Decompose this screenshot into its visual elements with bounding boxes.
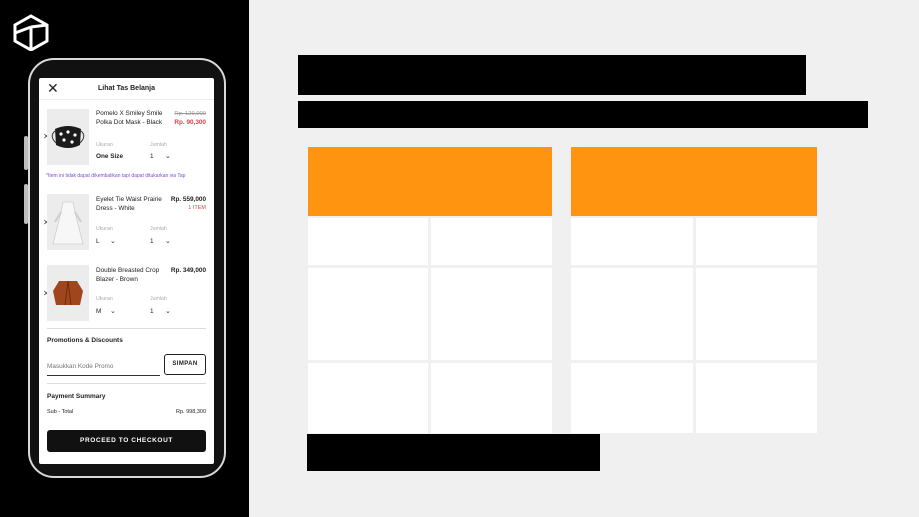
product-image [47,109,89,165]
screen-title: Lihat Tas Belanja [97,85,156,92]
grid-cell [696,363,817,433]
phone-side-button [24,136,28,170]
screen-header: ✕ Lihat Tas Belanja [39,78,214,100]
grid-cell [308,218,428,265]
save-promo-button[interactable]: SIMPAN [164,354,206,375]
grid-cell [308,268,428,360]
hexagon-cube-icon [13,14,49,51]
qty-label: Jumlah [150,296,167,302]
proceed-to-checkout-button[interactable]: PROCEED TO CHECKOUT [47,430,206,452]
blazer-image [53,280,83,306]
original-price: Rp. 129,000 [174,111,206,117]
size-value[interactable]: M [96,308,101,315]
dress-image [52,201,84,245]
chevron-down-icon[interactable]: ⌄ [165,237,171,245]
mask-image [51,126,85,148]
product-image [47,194,89,250]
chevron-down-icon[interactable]: ⌄ [165,152,171,160]
qty-label: Jumlah [150,226,167,232]
grid-cell [696,218,817,265]
phone-screen: ✕ Lihat Tas Belanja ✕ Pomelo X Smiley Sm… [39,78,214,464]
product-price: Rp. 349,000 [170,267,206,274]
redacted-title-bar [298,55,806,95]
size-value[interactable]: L [96,238,100,245]
subtotal-label: Sub - Total [47,409,74,415]
grid-cell [571,363,693,433]
grid-header-left [308,147,552,216]
subtotal-row: Sub - Total Rp. 998,300 [47,409,206,415]
size-label: Ukuran [96,142,113,148]
divider [47,328,206,329]
grid-cell [308,363,428,433]
promo-code-input[interactable] [47,358,160,376]
chevron-down-icon[interactable]: ⌄ [110,307,116,315]
subtotal-value: Rp. 998,300 [176,409,206,415]
stock-badge: 1 ITEM [188,205,206,211]
chevron-down-icon[interactable]: ⌄ [110,237,116,245]
product-name[interactable]: Double Breasted Crop Blazer - Brown [96,266,168,284]
grid-cell [431,268,552,360]
product-name[interactable]: Pomelo X Smiley Smile Polka Dot Mask - B… [96,109,168,127]
sale-price: Rp. 90,300 [174,119,206,126]
size-value[interactable]: One Size [96,153,123,160]
product-name[interactable]: Eyelet Tie Waist Prairie Dress - White [96,195,168,213]
return-note: *Item ini tidak dapat dikembalikan tapi … [46,173,186,179]
grid-cell [696,268,817,360]
product-price: Rp. 559,000 [170,196,206,203]
divider [47,383,206,384]
qty-value[interactable]: 1 [150,308,154,315]
summary-title: Payment Summary [47,393,106,400]
grid-header-right [571,147,817,216]
grid-cell [571,268,693,360]
qty-value[interactable]: 1 [150,238,154,245]
size-label: Ukuran [96,296,113,302]
grid-cell [431,363,552,433]
product-image [47,265,89,321]
grid-cell [431,218,552,265]
promo-title: Promotions & Discounts [47,337,123,344]
phone-side-button [24,184,28,224]
redacted-footer-bar [307,434,600,471]
size-label: Ukuran [96,226,113,232]
qty-label: Jumlah [150,142,167,148]
chevron-down-icon[interactable]: ⌄ [165,307,171,315]
grid-cell [571,218,693,265]
redacted-subtitle-bar [298,101,868,128]
qty-value[interactable]: 1 [150,153,154,160]
